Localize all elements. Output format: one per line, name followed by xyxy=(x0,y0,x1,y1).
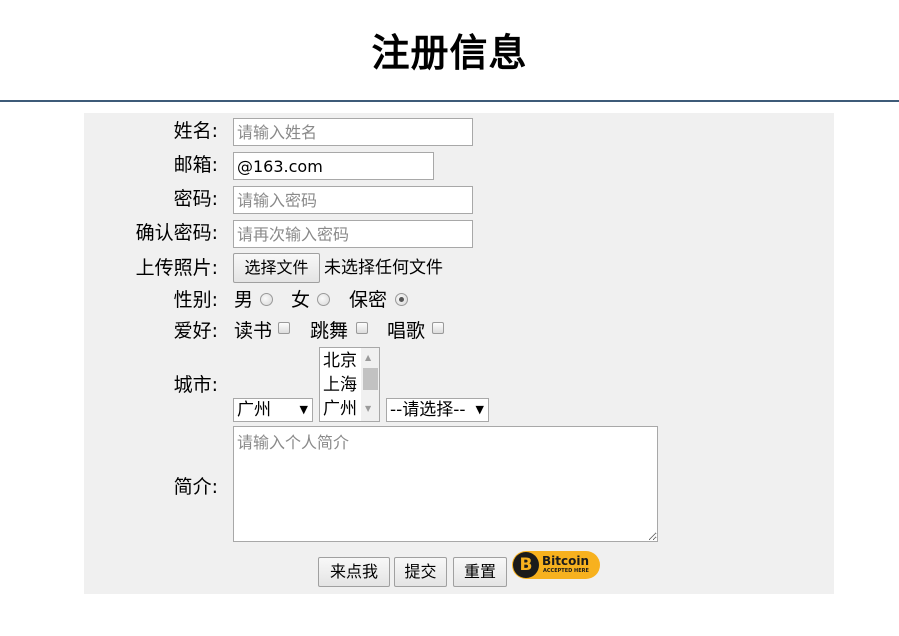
city-label: 城市: xyxy=(173,374,218,396)
password-label: 密码: xyxy=(173,188,218,210)
gender-label: 性别: xyxy=(173,289,218,311)
gender-secret-radio[interactable] xyxy=(395,293,408,306)
city-select[interactable]: 广州 ▼ xyxy=(233,398,313,422)
bitcoin-word: Bitcoin xyxy=(542,554,590,568)
city-listbox[interactable]: 北京 上海 广州 ▲ ▼ xyxy=(319,347,380,422)
scroll-up-icon[interactable]: ▲ xyxy=(365,353,371,362)
hobby-singing-label: 唱歌 xyxy=(387,320,426,342)
bitcoin-accepted-text: ACCEPTED HERE xyxy=(543,568,589,574)
email-label: 邮箱: xyxy=(173,154,218,176)
intro-label: 简介: xyxy=(173,476,218,498)
choose-file-button[interactable]: 选择文件 xyxy=(233,253,320,283)
page-title: 注册信息 xyxy=(371,31,528,75)
hobby-reading-label: 读书 xyxy=(234,320,273,342)
district-select-value: --请选择-- xyxy=(390,400,466,420)
email-input[interactable] xyxy=(233,152,434,180)
hobby-reading-checkbox[interactable] xyxy=(278,322,290,334)
confirm-password-input[interactable] xyxy=(233,220,473,248)
listbox-scrollbar[interactable]: ▲ ▼ xyxy=(361,348,379,421)
chevron-down-icon: ▼ xyxy=(475,403,484,416)
confirm-password-label: 确认密码: xyxy=(135,222,218,244)
city-option-shanghai[interactable]: 上海 xyxy=(323,373,357,397)
reset-button[interactable]: 重置 xyxy=(453,557,507,587)
name-input[interactable] xyxy=(233,118,473,146)
district-select[interactable]: --请选择-- ▼ xyxy=(386,398,489,422)
gender-male-radio[interactable] xyxy=(260,293,273,306)
intro-textarea[interactable] xyxy=(233,426,658,542)
gender-male-label: 男 xyxy=(234,289,254,311)
click-me-button[interactable]: 来点我 xyxy=(318,557,390,587)
name-label: 姓名: xyxy=(173,120,218,142)
photo-label: 上传照片: xyxy=(135,257,218,279)
gender-female-label: 女 xyxy=(291,289,311,311)
bitcoin-icon: B xyxy=(513,552,539,578)
gender-female-radio[interactable] xyxy=(317,293,330,306)
submit-button[interactable]: 提交 xyxy=(394,557,447,587)
city-option-beijing[interactable]: 北京 xyxy=(323,349,357,373)
chevron-down-icon: ▼ xyxy=(299,403,308,416)
password-input[interactable] xyxy=(233,186,473,214)
hobby-label: 爱好: xyxy=(173,320,218,342)
hobby-dancing-label: 跳舞 xyxy=(310,320,349,342)
gender-secret-label: 保密 xyxy=(349,289,388,311)
header-divider xyxy=(0,100,899,102)
bitcoin-image-button[interactable]: B Bitcoin ACCEPTED HERE xyxy=(512,551,600,579)
city-option-guangzhou[interactable]: 广州 xyxy=(323,397,357,421)
file-status-text: 未选择任何文件 xyxy=(324,258,443,278)
scrollbar-thumb[interactable] xyxy=(363,368,378,390)
city-select-value: 广州 xyxy=(237,400,271,420)
hobby-dancing-checkbox[interactable] xyxy=(356,322,368,334)
hobby-singing-checkbox[interactable] xyxy=(432,322,444,334)
scroll-down-icon[interactable]: ▼ xyxy=(365,404,371,413)
